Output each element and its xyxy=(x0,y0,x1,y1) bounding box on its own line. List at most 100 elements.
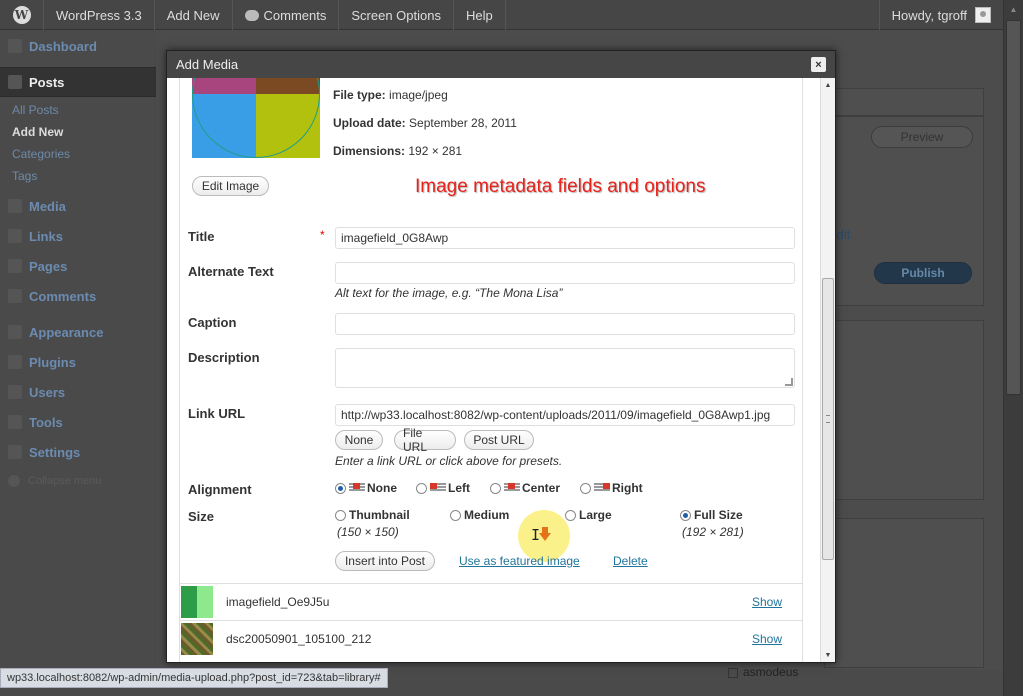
align-center-option[interactable]: Center xyxy=(490,481,560,495)
size-thumbnail-dimensions: (150 × 150) xyxy=(337,525,399,539)
size-thumbnail-option[interactable]: Thumbnail xyxy=(335,508,410,522)
size-large-option[interactable]: Large xyxy=(565,508,612,522)
dialog-scroll-thumb[interactable] xyxy=(822,278,834,560)
dialog-header: Add Media × xyxy=(167,51,835,78)
align-left-radio[interactable] xyxy=(416,482,427,494)
links-icon xyxy=(8,229,22,243)
link-none-button[interactable]: None xyxy=(335,430,383,450)
posts-submenu: All Posts Add New Categories Tags xyxy=(0,97,156,191)
dialog-scrollbar[interactable]: ▲ ▼ xyxy=(820,78,835,662)
size-full-dimensions: (192 × 281) xyxy=(682,525,744,539)
annotation-text: Image metadata fields and options xyxy=(415,176,706,197)
sidebar-item-pages[interactable]: Pages xyxy=(0,251,156,281)
description-textarea[interactable] xyxy=(335,348,795,388)
window-scrollbar[interactable]: ▲ xyxy=(1003,0,1023,696)
window-scroll-thumb[interactable] xyxy=(1006,20,1021,395)
comment-bubble-icon xyxy=(244,9,259,21)
comments-icon xyxy=(8,289,22,303)
use-as-featured-image-link[interactable]: Use as featured image xyxy=(459,554,580,568)
sidebar-item-settings[interactable]: Settings xyxy=(0,437,156,467)
plugins-icon xyxy=(8,355,22,369)
scroll-down-arrow-icon[interactable]: ▼ xyxy=(821,648,835,662)
alignment-label: Alignment xyxy=(188,482,252,497)
align-center-radio[interactable] xyxy=(490,482,501,494)
list-item[interactable]: dsc20050901_105100_212 Show xyxy=(180,620,802,657)
dimensions-row: Dimensions: 192 × 281 xyxy=(333,144,463,158)
insert-into-post-button[interactable]: Insert into Post xyxy=(335,551,435,571)
help-button[interactable]: Help xyxy=(454,0,506,30)
sidebar-item-users[interactable]: Users xyxy=(0,377,156,407)
down-arrow-cursor-icon xyxy=(539,527,551,541)
link-url-input[interactable]: http://wp33.localhost:8082/wp-content/up… xyxy=(335,404,795,426)
sidebar-item-plugins[interactable]: Plugins xyxy=(0,347,156,377)
size-full-radio[interactable] xyxy=(680,509,691,521)
submenu-tags[interactable]: Tags xyxy=(12,165,156,187)
size-thumbnail-radio[interactable] xyxy=(335,509,346,521)
link-post-url-button[interactable]: Post URL xyxy=(464,430,534,450)
delete-link[interactable]: Delete xyxy=(613,554,648,568)
categories-box xyxy=(824,320,984,500)
caption-input[interactable] xyxy=(335,313,795,335)
list-item[interactable]: imagefield_Oe9J5u Show xyxy=(180,583,802,620)
media-title: dsc20050901_105100_212 xyxy=(226,632,372,646)
resize-grip-icon[interactable] xyxy=(785,378,793,386)
title-input[interactable]: imagefield_0G8Awp xyxy=(335,227,795,249)
author-checkbox[interactable] xyxy=(728,667,738,678)
scroll-up-arrow-icon[interactable]: ▲ xyxy=(821,78,835,92)
close-icon[interactable]: × xyxy=(811,57,826,72)
settings-icon xyxy=(8,445,22,459)
show-link[interactable]: Show xyxy=(752,632,782,646)
align-left-icon xyxy=(430,483,446,493)
edit-image-button[interactable]: Edit Image xyxy=(192,176,269,196)
users-icon xyxy=(8,385,22,399)
sidebar-item-dashboard[interactable]: Dashboard xyxy=(0,31,156,61)
comments-label: Comments xyxy=(263,7,327,23)
upload-date-row: Upload date: September 28, 2011 xyxy=(333,116,517,130)
site-name-link[interactable]: WordPress 3.3 xyxy=(44,0,155,30)
add-new-link[interactable]: Add New xyxy=(155,0,233,30)
author-checkbox-item[interactable]: asmodeus xyxy=(728,665,798,679)
submenu-categories[interactable]: Categories xyxy=(12,143,156,165)
size-medium-option[interactable]: Medium xyxy=(450,508,509,522)
sidebar-item-media[interactable]: Media xyxy=(0,191,156,221)
collapse-menu-button[interactable]: Collapse menu xyxy=(0,467,156,495)
align-right-option[interactable]: Right xyxy=(580,481,643,495)
publish-button[interactable]: Publish xyxy=(874,262,972,284)
caption-label: Caption xyxy=(188,315,237,330)
align-none-option[interactable]: None xyxy=(335,481,397,495)
title-label: Title xyxy=(188,229,215,244)
add-media-dialog: Add Media × File type: image/jpeg Upload… xyxy=(166,50,836,663)
dashboard-icon xyxy=(8,39,22,53)
preview-button[interactable]: Preview xyxy=(871,126,973,148)
size-large-radio[interactable] xyxy=(565,509,576,521)
comments-link[interactable]: Comments xyxy=(233,0,340,30)
sidebar-item-comments[interactable]: Comments xyxy=(0,281,156,311)
admin-sidebar: Dashboard Posts All Posts Add New Catego… xyxy=(0,30,156,670)
alt-text-input[interactable] xyxy=(335,262,795,284)
sidebar-item-tools[interactable]: Tools xyxy=(0,407,156,437)
align-right-radio[interactable] xyxy=(580,482,591,494)
wordpress-logo-icon[interactable]: W xyxy=(0,0,44,30)
alt-text-help: Alt text for the image, e.g. “The Mona L… xyxy=(335,286,563,300)
publish-box-header xyxy=(824,88,984,116)
align-none-icon xyxy=(349,483,365,493)
link-file-url-button[interactable]: File URL xyxy=(394,426,456,454)
sidebar-item-posts[interactable]: Posts xyxy=(0,67,156,97)
align-right-icon xyxy=(594,483,610,493)
avatar xyxy=(975,7,991,23)
size-full-option[interactable]: Full Size xyxy=(680,508,743,522)
screen-options-button[interactable]: Screen Options xyxy=(339,0,454,30)
align-none-radio[interactable] xyxy=(335,482,346,494)
scroll-up-arrow-icon[interactable]: ▲ xyxy=(1004,0,1023,18)
align-left-option[interactable]: Left xyxy=(416,481,470,495)
submenu-add-new[interactable]: Add New xyxy=(12,121,156,143)
sidebar-item-appearance[interactable]: Appearance xyxy=(0,317,156,347)
browser-status-bar: wp33.localhost:8082/wp-admin/media-uploa… xyxy=(0,668,388,688)
media-thumbnail xyxy=(181,623,213,655)
sidebar-item-links[interactable]: Links xyxy=(0,221,156,251)
size-medium-radio[interactable] xyxy=(450,509,461,521)
submenu-all-posts[interactable]: All Posts xyxy=(12,99,156,121)
required-mark: * xyxy=(320,228,325,242)
user-account-menu[interactable]: Howdy, tgroff xyxy=(878,0,1003,30)
show-link[interactable]: Show xyxy=(752,595,782,609)
